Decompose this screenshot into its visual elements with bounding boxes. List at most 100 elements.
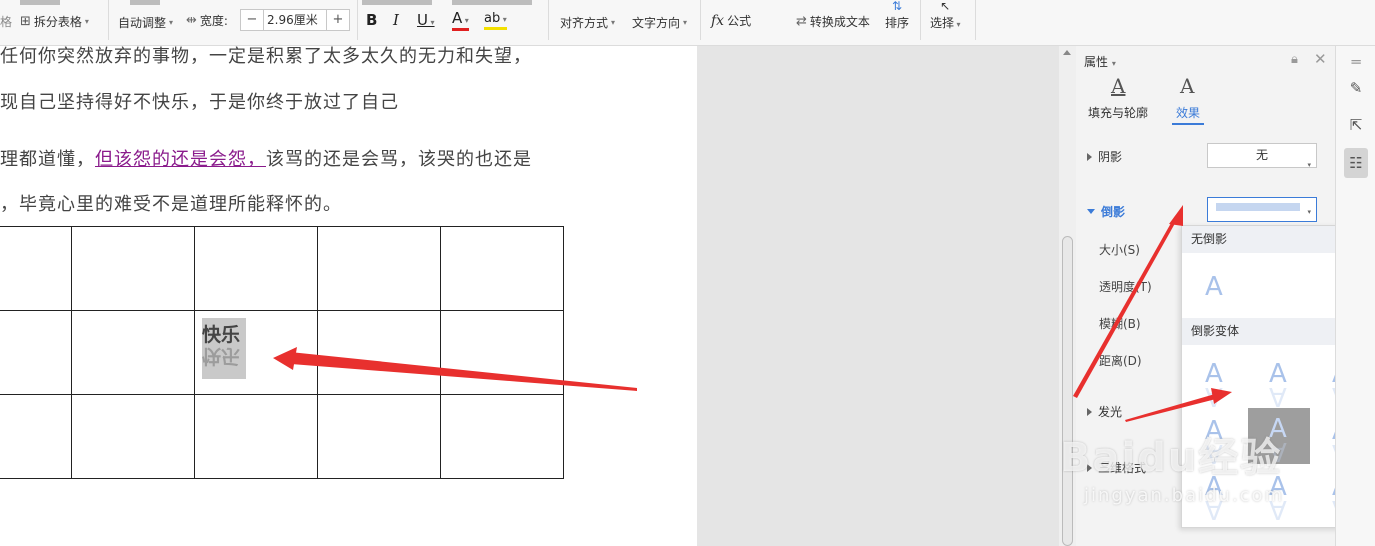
blur-label: 模糊(B)	[1099, 317, 1141, 331]
sort-button[interactable]: ⇅ 排序	[885, 0, 909, 31]
table-cell[interactable]	[440, 226, 564, 311]
bold-button[interactable]: B	[366, 11, 377, 29]
divider	[700, 0, 701, 40]
shadow-dropdown[interactable]: 无 ▾	[1207, 143, 1317, 169]
table-cell[interactable]	[0, 394, 72, 479]
reflection-glyph: A	[1269, 381, 1287, 411]
auto-fit-button[interactable]: 自动调整 ▾	[118, 14, 173, 31]
glow-section-toggle[interactable]: 发光	[1087, 403, 1122, 420]
font-color-label: A	[452, 9, 463, 27]
scroll-up-icon[interactable]	[1063, 50, 1071, 55]
decrease-width-button[interactable]: −	[241, 10, 263, 30]
table-cell[interactable]	[71, 226, 195, 311]
fill-outline-icon: A	[1111, 74, 1126, 98]
ribbon-fragment	[130, 0, 160, 5]
paragraph-line: 任何你突然放弃的事物，一定是积累了太多太久的无力和失望，	[0, 46, 532, 67]
reflection-dropdown[interactable]: ▾	[1207, 197, 1317, 222]
font-color-button[interactable]: A ▾	[452, 11, 469, 31]
shadow-value: 无	[1255, 148, 1268, 162]
table-cell[interactable]	[317, 310, 441, 395]
ribbon-fragment	[362, 0, 432, 5]
chevron-down-icon: ▾	[1307, 207, 1311, 216]
chevron-down-icon: ▾	[462, 16, 469, 25]
table-cell[interactable]	[0, 310, 72, 395]
convert-text-icon: ⇄	[796, 14, 807, 29]
settings-sliders-icon[interactable]: ☷	[1344, 148, 1368, 178]
table-cell[interactable]	[194, 394, 318, 479]
underline-label: U	[417, 11, 428, 29]
table-cell[interactable]	[0, 226, 72, 311]
text-direction-button[interactable]: 文字方向 ▾	[632, 14, 687, 31]
selected-cell-text[interactable]: 快乐	[202, 320, 240, 347]
paragraph-text: 该骂的还是会骂，该哭的也还是	[266, 149, 532, 170]
chevron-down-icon: ▾	[1307, 160, 1311, 169]
highlight-button[interactable]: ab ▾	[484, 11, 507, 30]
formula-button[interactable]: fx 公式	[711, 12, 751, 29]
reflection-section-toggle[interactable]: 倒影	[1087, 203, 1125, 220]
hyperlink-text[interactable]: 但该怨的还是会怨，	[95, 149, 266, 170]
select-button[interactable]: ↖ 选择 ▾	[930, 0, 961, 31]
table-cell[interactable]	[71, 310, 195, 395]
formula-icon: fx	[711, 12, 725, 29]
split-table-button[interactable]: ⊞ 拆分表格 ▾	[20, 13, 89, 30]
width-icon: ⇹	[186, 13, 197, 28]
panel-title[interactable]: 属性 ▾	[1084, 53, 1116, 70]
table-cell[interactable]	[71, 394, 195, 479]
paragraph-line: ，毕竟心里的难受不是道理所能释怀的。	[0, 194, 342, 215]
divider	[357, 0, 358, 40]
scrollbar-thumb[interactable]	[1062, 236, 1073, 546]
align-button[interactable]: 对齐方式 ▾	[560, 14, 615, 31]
size-label: 大小(S)	[1099, 243, 1140, 257]
italic-button[interactable]: I	[393, 11, 399, 29]
underline-button[interactable]: U ▾	[417, 11, 435, 29]
tab-fill-outline[interactable]: 填充与轮廓	[1088, 104, 1148, 121]
chevron-down-icon: ▾	[500, 15, 507, 24]
sort-label: 排序	[885, 16, 910, 30]
table-cell[interactable]	[194, 226, 318, 311]
width-input[interactable]: 2.96厘米	[263, 10, 327, 30]
table-cell[interactable]	[317, 394, 441, 479]
auto-fit-label: 自动调整	[118, 16, 167, 30]
caret-down-icon	[1087, 209, 1095, 214]
document-table[interactable]	[0, 226, 564, 479]
ribbon-toolbar: 格 ⊞ 拆分表格 ▾ 自动调整 ▾ ⇹ 宽度: − 2.96厘米 + B I U…	[0, 0, 1375, 46]
menu-icon[interactable]: ═	[1344, 50, 1368, 74]
reflection-variant-option[interactable]: AA	[1269, 359, 1287, 411]
ribbon-fragment	[452, 0, 532, 5]
sort-icon: ⇅	[891, 0, 903, 13]
cursor-icon: ↖	[940, 0, 951, 13]
chevron-down-icon: ▾	[954, 20, 961, 29]
reflection-preview-bar	[1216, 203, 1300, 211]
divider	[548, 0, 549, 40]
select-label: 选择	[930, 16, 955, 30]
close-icon[interactable]: ✕	[1314, 50, 1327, 68]
table-cell[interactable]	[440, 310, 564, 395]
chevron-down-icon: ▾	[1111, 59, 1116, 68]
width-stepper[interactable]: − 2.96厘米 +	[240, 9, 350, 31]
reflection-variant-option[interactable]: AA	[1205, 359, 1223, 411]
active-tab-indicator	[1172, 123, 1204, 125]
pen-icon[interactable]: ✎	[1344, 76, 1368, 100]
document-page[interactable]: 任何你突然放弃的事物，一定是积累了太多太久的无力和失望， 现自己坚持得好不快乐，…	[0, 46, 697, 546]
side-icon-strip: ═ ✎ ⇱ ☷	[1335, 46, 1375, 546]
increase-width-button[interactable]: +	[327, 10, 349, 30]
lock-icon[interactable]: 🔒︎	[1291, 52, 1298, 67]
convert-to-text-button[interactable]: ⇄ 转换成文本	[796, 13, 870, 30]
shadow-section-toggle[interactable]: 阴影	[1087, 148, 1122, 165]
formula-label: 公式	[727, 14, 752, 28]
table-cell[interactable]	[440, 394, 564, 479]
reflection-glyph: A	[1205, 381, 1223, 411]
caret-right-icon	[1087, 407, 1092, 416]
tab-effect[interactable]: 效果	[1176, 104, 1200, 121]
table-row	[0, 394, 564, 479]
glow-label: 发光	[1098, 405, 1123, 419]
split-table-icon: ⊞	[20, 14, 31, 29]
split-table-label: 拆分表格	[33, 15, 82, 29]
table-cell[interactable]	[317, 226, 441, 311]
cursor-icon[interactable]: ⇱	[1344, 113, 1368, 137]
watermark-url: jingyan.baidu.com	[1084, 485, 1285, 506]
shadow-label: 阴影	[1098, 150, 1123, 164]
panel-title-text: 属性	[1084, 55, 1109, 69]
no-reflection-option[interactable]: A	[1205, 272, 1223, 302]
chevron-down-icon: ▾	[84, 17, 89, 26]
